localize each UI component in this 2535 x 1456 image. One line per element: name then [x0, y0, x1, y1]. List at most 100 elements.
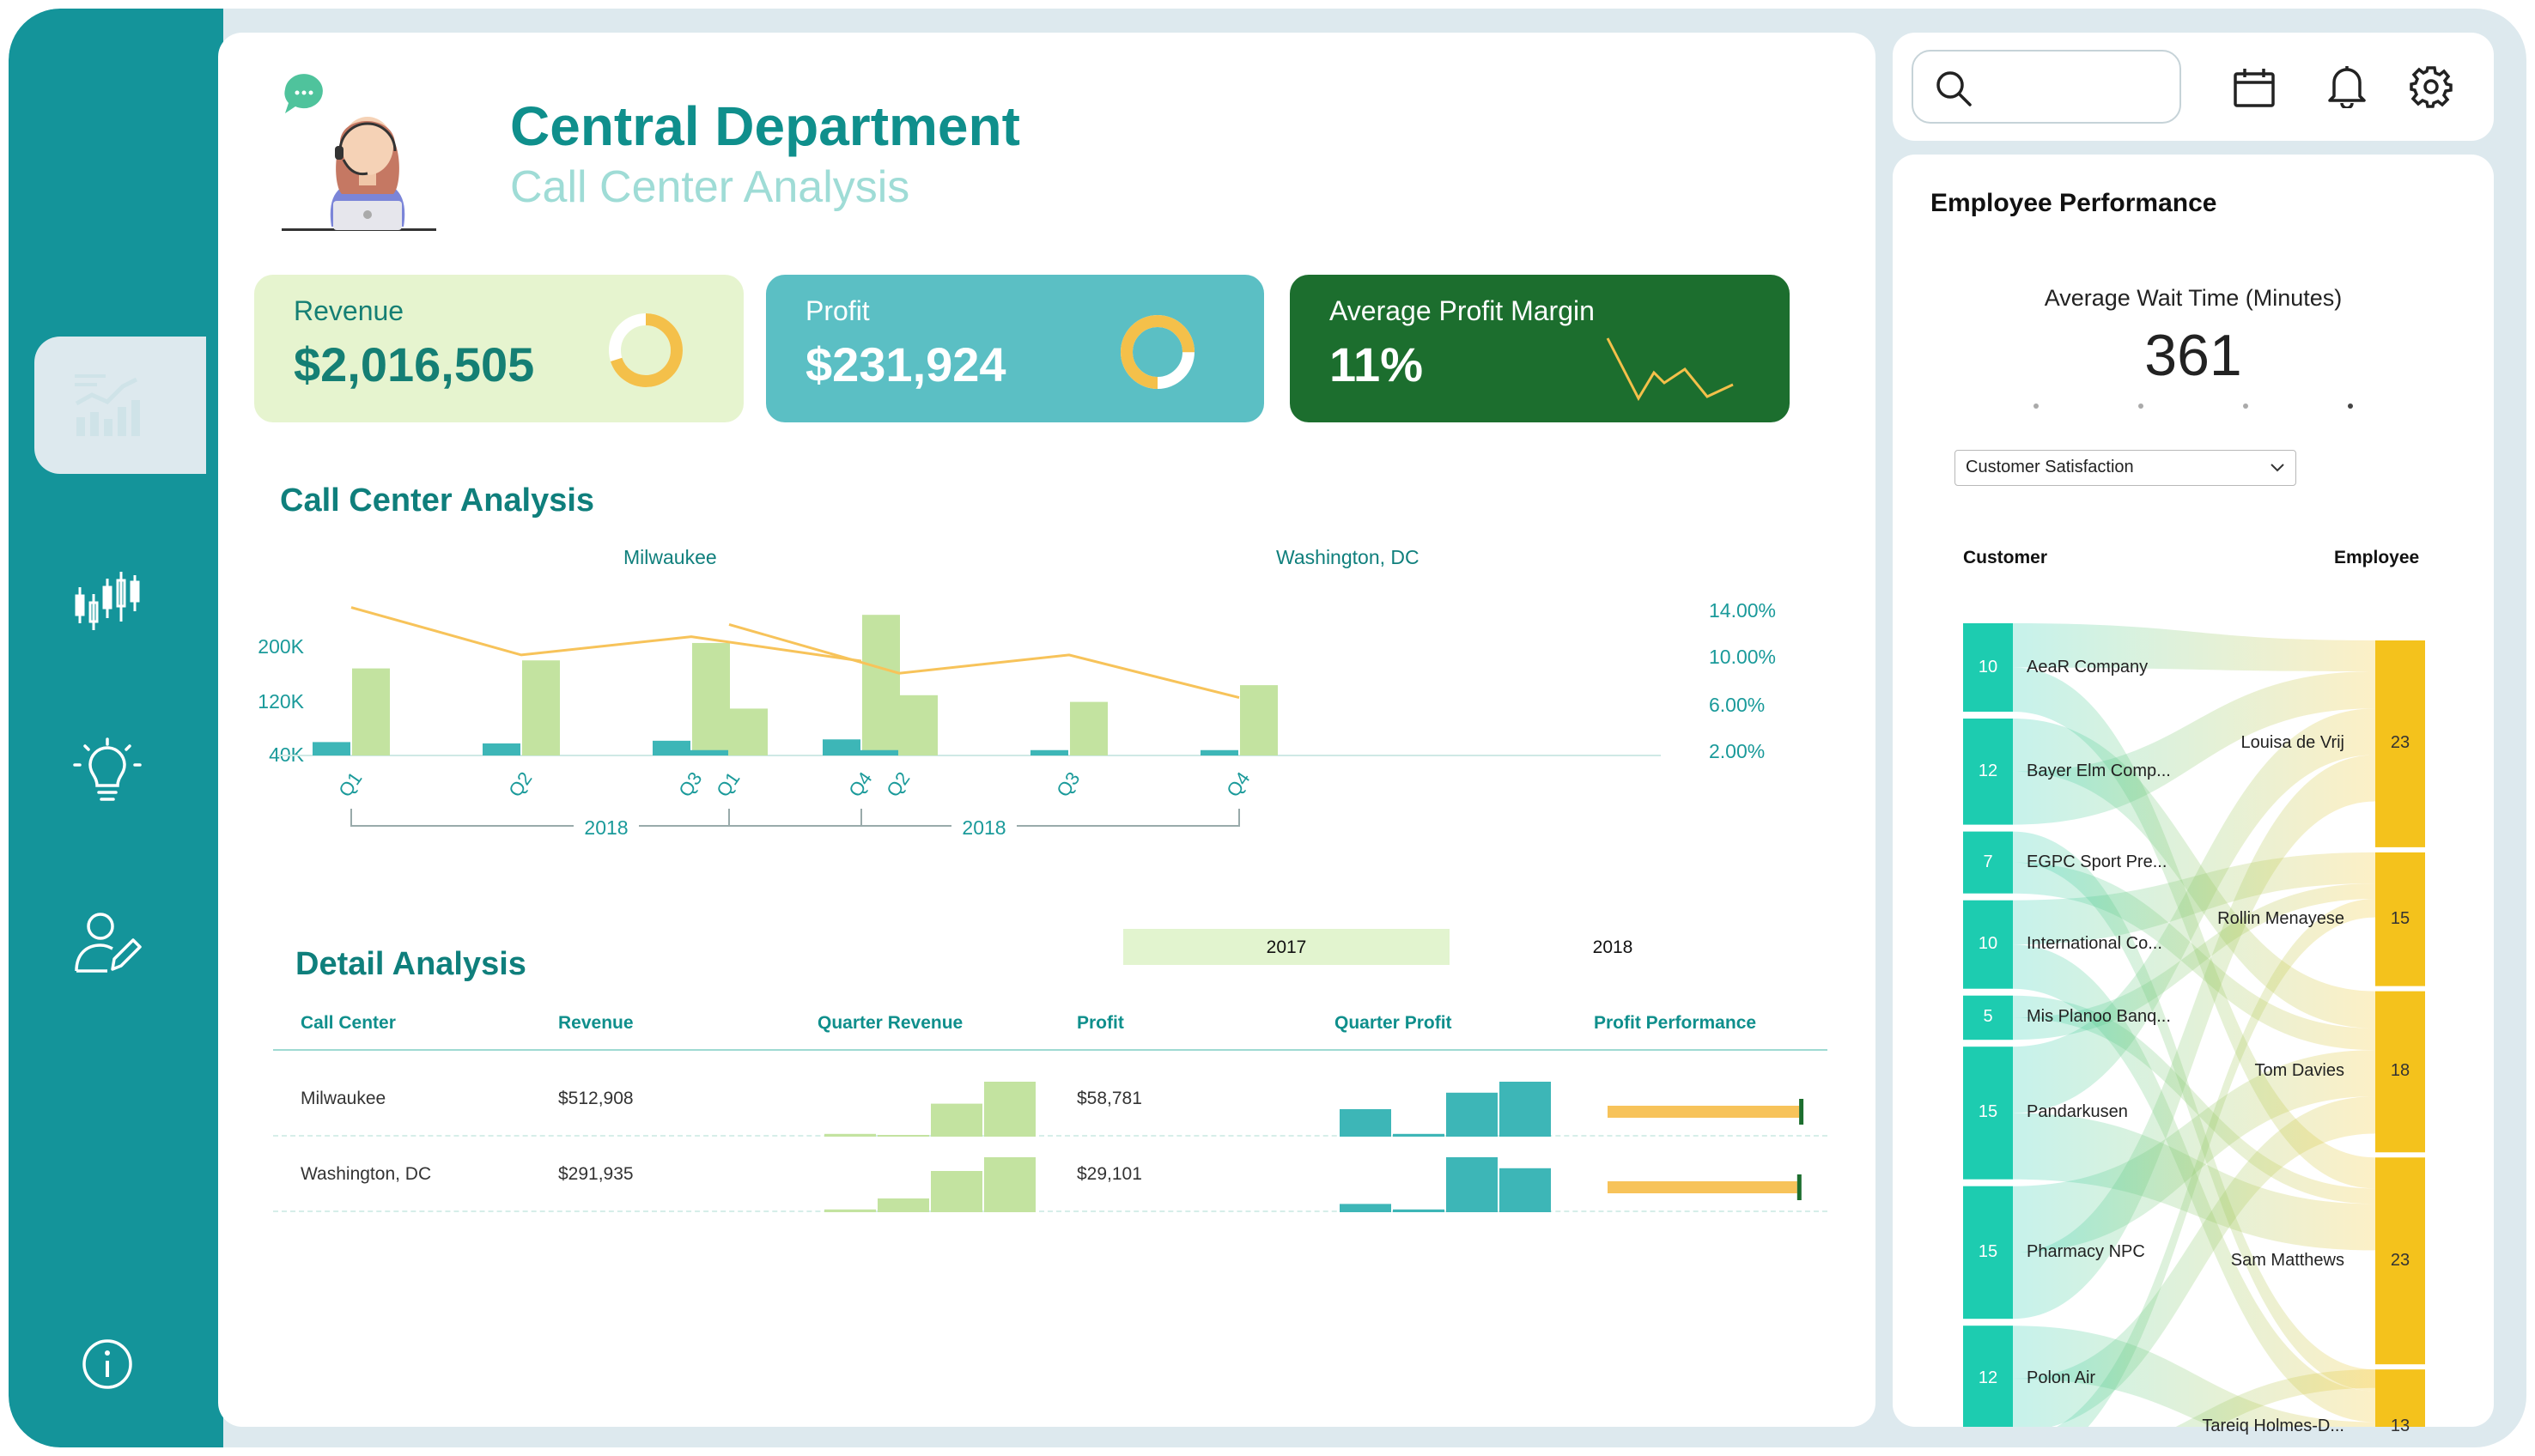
bar-mark — [690, 749, 728, 755]
x-tick-label: Q4 — [844, 768, 876, 801]
kpi-revenue-card[interactable]: Revenue $2,016,505 — [254, 275, 744, 422]
bar-mark — [1070, 701, 1108, 755]
sankey-customer-name[interactable]: International Co... — [2027, 934, 2162, 954]
col-header-profit-performance[interactable]: Profit Performance — [1594, 1013, 1756, 1034]
info-icon — [82, 1339, 132, 1389]
kpi-revenue-label: Revenue — [294, 295, 404, 326]
detail-section-title: Detail Analysis — [295, 946, 526, 982]
sankey-employee-name[interactable]: Sam Matthews — [2231, 1251, 2344, 1271]
nav-dashboard[interactable] — [60, 367, 155, 444]
quarter-revenue-bar — [878, 1135, 929, 1137]
lightbulb-icon — [73, 737, 142, 801]
sankey-customer-value: 7 — [1983, 852, 1993, 871]
app-window: Central Department Call Center Analysis … — [9, 9, 2526, 1447]
x-axis-year-label: 2018 — [962, 816, 1006, 839]
quarter-revenue-bar — [984, 1157, 1036, 1212]
quarter-revenue-bar — [824, 1133, 876, 1137]
call-agent-avatar — [282, 74, 436, 231]
x-tick-label: Q3 — [674, 768, 706, 801]
profit-performance-target — [1796, 1174, 1802, 1200]
call-center-chart: Q1 Q2 Q3 Q4 2018 Q1 Q2 Q3 Q4 2018 — [278, 606, 1661, 839]
kpi-margin-card[interactable]: Average Profit Margin 11% — [1290, 275, 1790, 422]
quarter-revenue-bar — [931, 1103, 982, 1137]
x-tick-label: Q2 — [882, 768, 914, 801]
quarter-revenue-bar — [878, 1198, 929, 1212]
profit-performance-target — [1799, 1099, 1804, 1125]
sankey-employee-name[interactable]: Rollin Menayese — [2217, 909, 2344, 929]
bell-icon[interactable] — [2327, 64, 2367, 108]
sankey-customer-value: 15 — [1978, 1241, 1998, 1261]
search-icon — [1936, 71, 1972, 106]
kpi-margin-label: Average Profit Margin — [1329, 295, 1595, 326]
x-tick-label: Q4 — [1222, 768, 1254, 801]
bar-mark — [860, 749, 898, 755]
nav-info[interactable] — [60, 1326, 155, 1403]
quarter-profit-bar — [1340, 1204, 1391, 1212]
profit-performance-bar — [1608, 1181, 1797, 1193]
sankey-customer-name[interactable]: Pharmacy NPC — [2027, 1242, 2145, 1262]
nav-insights[interactable] — [60, 733, 155, 810]
search-input[interactable] — [1912, 50, 2181, 124]
call-center-section-title: Call Center Analysis — [280, 482, 595, 519]
bar-mark — [730, 708, 768, 755]
chart-location-label: Washington, DC — [1276, 546, 1419, 568]
kpi-margin-value: 11% — [1329, 337, 1423, 391]
sankey-employee-value: 13 — [2390, 1417, 2410, 1436]
year-toggle-2018[interactable]: 2018 — [1450, 929, 1776, 965]
page-title: Central Department — [510, 95, 1020, 157]
x-tick-label: Q1 — [712, 768, 744, 801]
nav-candles[interactable] — [60, 561, 155, 639]
bar-mark — [862, 615, 900, 755]
sankey-customer-value: 5 — [1983, 1007, 1993, 1027]
bar-mark — [653, 740, 690, 755]
calendar-icon[interactable] — [2233, 67, 2276, 108]
year-toggle-2017[interactable]: 2017 — [1123, 929, 1450, 965]
col-header-quarter-revenue[interactable]: Quarter Revenue — [818, 1013, 963, 1034]
quarter-profit-bar — [1499, 1168, 1551, 1212]
kpi-profit-card[interactable]: Profit $231,924 — [766, 275, 1264, 422]
margin-sparkline — [1606, 337, 1734, 402]
employee-performance-panel: Employee Performance Average Wait Time (… — [1893, 155, 2494, 1435]
sankey-employee-name[interactable]: Tom Davies — [2255, 1061, 2344, 1081]
top-toolbar — [1893, 33, 2494, 141]
sankey-customer-name[interactable]: Polon Air — [2027, 1368, 2095, 1388]
quarter-profit-bar — [1446, 1092, 1498, 1137]
profit-performance-bar — [1608, 1106, 1800, 1118]
sankey-customer-name[interactable]: Bayer Elm Comp... — [2027, 761, 2171, 781]
bar-mark — [823, 739, 860, 755]
quarter-revenue-bar — [931, 1171, 982, 1212]
sankey-customer-value: 12 — [1978, 761, 1998, 780]
user-edit-icon — [75, 913, 142, 973]
page-subtitle: Call Center Analysis — [510, 162, 910, 212]
sankey-employee-name[interactable]: Louisa de Vrij — [2241, 733, 2344, 753]
x-tick-label: Q3 — [1052, 768, 1084, 801]
sankey-customer-name[interactable]: Mis Planoo Banq... — [2027, 1007, 2171, 1027]
bar-mark — [692, 642, 730, 755]
col-header-call-center[interactable]: Call Center — [301, 1013, 396, 1034]
sankey-employee-value: 18 — [2390, 1061, 2410, 1081]
col-header-profit[interactable]: Profit — [1077, 1013, 1124, 1034]
sankey-customer-name[interactable]: AeaR Company — [2027, 658, 2148, 677]
bar-mark — [900, 695, 938, 755]
col-header-revenue[interactable]: Revenue — [558, 1013, 634, 1034]
sankey-employee-name[interactable]: Tareiq Holmes-D... — [2202, 1417, 2344, 1436]
sankey-employee-value: 23 — [2390, 1250, 2410, 1270]
quarter-profit-bar — [1446, 1157, 1498, 1212]
quarter-profit-bar — [1393, 1209, 1444, 1212]
sankey-employee-value: 23 — [2390, 733, 2410, 753]
quarter-revenue-bar — [824, 1209, 876, 1212]
main-panel: Central Department Call Center Analysis … — [218, 33, 1875, 1427]
bar-mark — [1030, 749, 1068, 755]
nav-user-edit[interactable] — [60, 905, 155, 982]
sankey-customer-name[interactable]: EGPC Sport Pre... — [2027, 852, 2167, 872]
sankey-customer-name[interactable]: Pandarkusen — [2027, 1102, 2128, 1122]
quarter-profit-bar — [1340, 1109, 1391, 1137]
bar-mark — [1201, 749, 1238, 755]
col-header-quarter-profit[interactable]: Quarter Profit — [1334, 1013, 1452, 1034]
quarter-profit-bar — [1499, 1082, 1551, 1137]
detail-sparkbars — [824, 1082, 1804, 1212]
bar-mark — [522, 660, 560, 755]
quarter-revenue-bar — [984, 1082, 1036, 1137]
gear-icon[interactable] — [2410, 65, 2453, 108]
bar-mark — [313, 742, 350, 755]
